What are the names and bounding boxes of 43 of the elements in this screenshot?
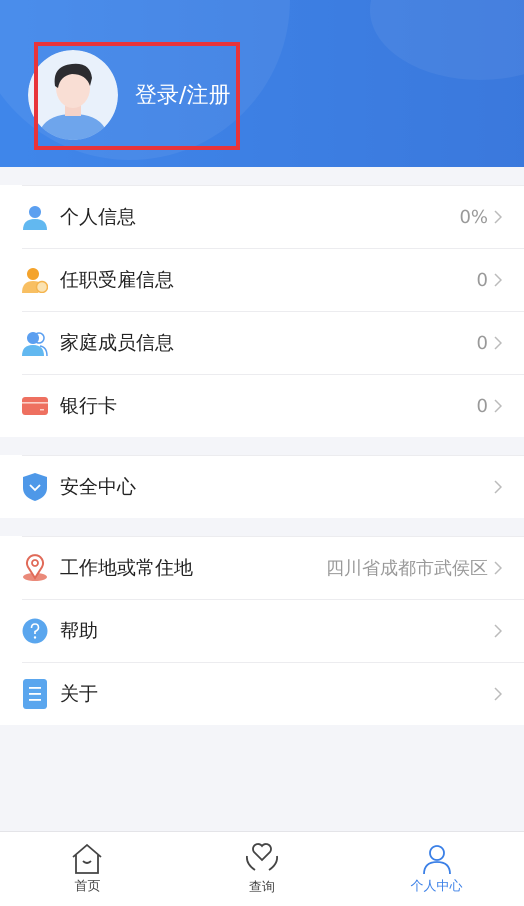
chevron-right-icon bbox=[494, 273, 502, 287]
chevron-right-icon bbox=[494, 210, 502, 224]
document-icon bbox=[23, 679, 47, 709]
menu-value: 0 bbox=[476, 396, 488, 416]
menu-label: 任职受雇信息 bbox=[60, 268, 175, 293]
menu-value: 四川省成都市武侯区 bbox=[326, 557, 488, 580]
person-icon bbox=[22, 204, 48, 230]
location-pin-icon bbox=[22, 554, 48, 582]
card-icon bbox=[22, 397, 48, 415]
menu-item[interactable]: 家庭成员信息 0 bbox=[22, 311, 524, 374]
chevron-right-icon bbox=[494, 561, 502, 575]
shield-icon bbox=[22, 472, 48, 502]
menu-item[interactable]: 任职受雇信息 0 bbox=[22, 248, 524, 311]
menu-value: 0 bbox=[476, 332, 488, 354]
menu-item[interactable]: 银行卡 0 bbox=[22, 374, 524, 437]
chevron-right-icon bbox=[494, 336, 502, 350]
tab[interactable]: 查询 bbox=[174, 832, 350, 906]
menu-item[interactable]: 个人信息 0% bbox=[22, 185, 524, 248]
menu-item[interactable]: 帮助 bbox=[22, 599, 524, 662]
avatar[interactable] bbox=[28, 50, 118, 140]
menu-label: 个人信息 bbox=[60, 205, 137, 230]
menu-item[interactable]: 工作地或常住地 四川省成都市武侯区 bbox=[22, 536, 524, 599]
person-icon bbox=[420, 843, 453, 875]
chevron-right-icon bbox=[494, 480, 502, 494]
menu-label: 安全中心 bbox=[60, 475, 137, 500]
help-icon bbox=[22, 618, 48, 644]
menu-label: 家庭成员信息 bbox=[60, 331, 175, 356]
menu-label: 工作地或常住地 bbox=[60, 556, 194, 581]
menu-value: 0 bbox=[476, 270, 488, 290]
tab[interactable]: 个人中心 bbox=[349, 832, 524, 906]
people-icon bbox=[22, 330, 48, 356]
chevron-right-icon bbox=[494, 399, 502, 413]
login-register-link[interactable]: 登录/注册 bbox=[135, 80, 230, 110]
chevron-right-icon bbox=[494, 687, 502, 701]
home-icon bbox=[70, 843, 104, 875]
tab[interactable]: 首页 bbox=[0, 832, 175, 906]
menu-item[interactable]: 关于 bbox=[22, 662, 524, 725]
chevron-right-icon bbox=[494, 624, 502, 638]
menu-value: 0% bbox=[459, 206, 488, 228]
person-coin-icon bbox=[22, 267, 48, 293]
menu-label: 关于 bbox=[60, 682, 99, 707]
menu-label: 银行卡 bbox=[60, 394, 118, 419]
menu-label: 帮助 bbox=[60, 619, 99, 644]
